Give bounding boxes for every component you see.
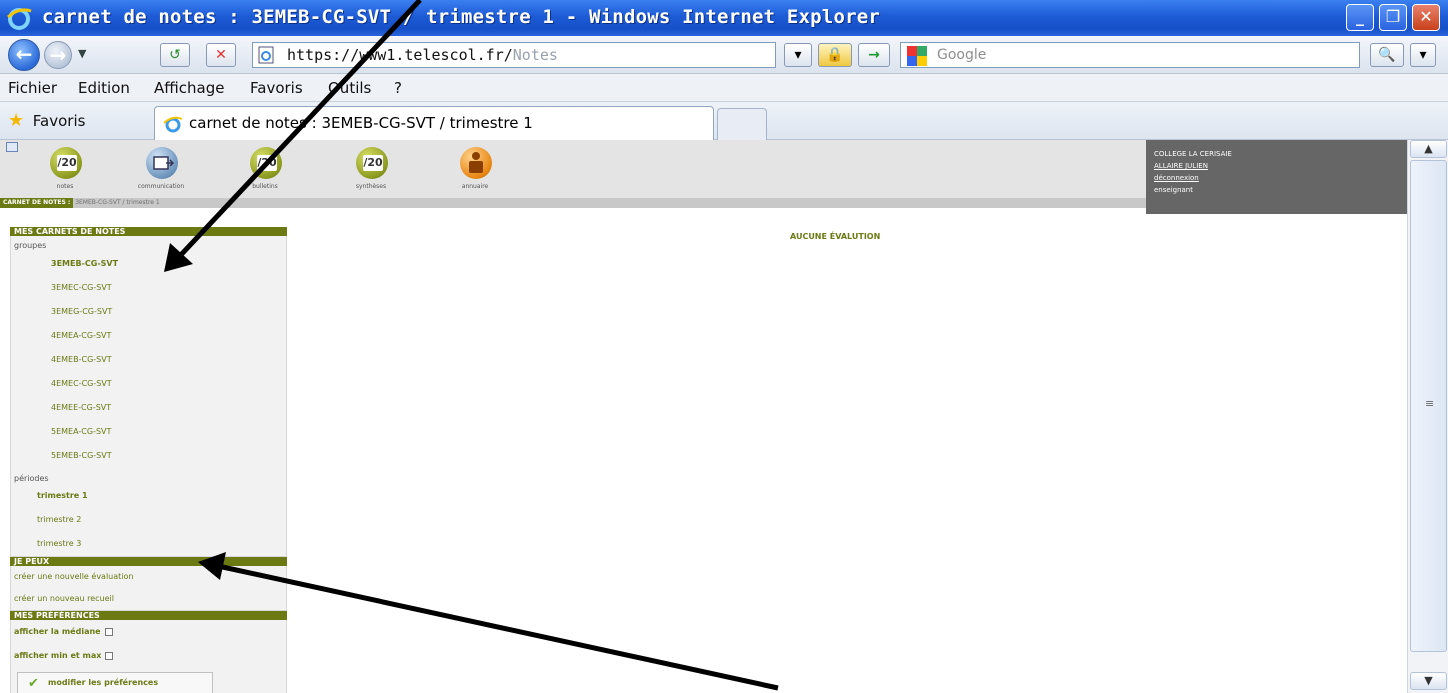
forward-button[interactable]: →	[44, 41, 72, 69]
group-item[interactable]: 4EMEA-CG-SVT	[11, 324, 286, 348]
page-content: /20 notes communication /20 bulletins /2…	[0, 140, 1407, 693]
nav-bulletins[interactable]: /20 bulletins	[230, 147, 300, 197]
ie-tab-icon	[163, 116, 183, 133]
menu-bar: Fichier Edition Affichage Favoris Outils…	[0, 74, 1448, 102]
menu-favoris[interactable]: Favoris	[250, 79, 303, 97]
menu-affichage[interactable]: Affichage	[154, 79, 224, 97]
lock-icon[interactable]: 🔒	[818, 43, 852, 67]
user-link[interactable]: ALLAIRE JULIEN	[1154, 160, 1407, 172]
group-item[interactable]: 3EMEC-CG-SVT	[11, 276, 286, 300]
favorites-button[interactable]: ★ Favoris	[8, 110, 85, 131]
go-button[interactable]: →	[858, 43, 890, 67]
actions-section: créer une nouvelle évaluation créer un n…	[10, 566, 287, 611]
ie-logo-icon	[6, 8, 32, 30]
pref-minmax: afficher min et max	[11, 644, 286, 668]
group-item[interactable]: 3EMEG-CG-SVT	[11, 300, 286, 324]
maximize-button[interactable]: ❐	[1379, 4, 1407, 31]
minmax-checkbox[interactable]	[105, 651, 114, 660]
create-evaluation-link[interactable]: créer une nouvelle évaluation	[11, 566, 286, 588]
refresh-button[interactable]: ↺	[160, 43, 190, 67]
address-toolbar: ← → ▼ ↺ ✕ https://www1.telescol.fr/Notes…	[0, 36, 1448, 74]
carnets-header: MES CARNETS DE NOTES	[10, 227, 287, 236]
carnets-section: groupes 3EMEB-CG-SVT 3EMEC-CG-SVT 3EMEG-…	[10, 236, 287, 557]
no-evaluation-message: AUCUNE ÉVALUTION	[790, 232, 881, 241]
window-title: carnet de notes : 3EMEB-CG-SVT / trimest…	[42, 6, 881, 28]
search-button[interactable]: 🔍	[1370, 43, 1404, 67]
group-item[interactable]: 5EMEB-CG-SVT	[11, 444, 286, 468]
menu-fichier[interactable]: Fichier	[8, 79, 57, 97]
search-options-button[interactable]: ▾	[1410, 43, 1436, 67]
nav-communication[interactable]: communication	[126, 147, 196, 197]
nav-syntheses[interactable]: /20 synthèses	[336, 147, 406, 197]
college-panel: COLLEGE LA CERISAIE ALLAIRE JULIEN décon…	[1146, 140, 1407, 214]
periodes-label: périodes	[14, 474, 49, 483]
back-button[interactable]: ←	[8, 39, 40, 71]
page-icon	[258, 46, 274, 64]
minimize-button[interactable]: _	[1346, 4, 1374, 31]
google-icon	[907, 46, 927, 66]
jepeux-header: JE PEUX	[10, 557, 287, 566]
menu-help[interactable]: ?	[394, 79, 402, 97]
scroll-up-button[interactable]: ▲	[1410, 140, 1447, 158]
grade-icon: /20	[356, 147, 388, 179]
scroll-down-button[interactable]: ▼	[1410, 672, 1447, 690]
person-icon	[460, 147, 492, 179]
group-item[interactable]: 5EMEA-CG-SVT	[11, 420, 286, 444]
nav-notes[interactable]: /20 notes	[30, 147, 100, 197]
new-tab-button[interactable]	[717, 108, 767, 140]
favorites-bar: ★ Favoris carnet de notes : 3EMEB-CG-SVT…	[0, 102, 1448, 140]
nav-annuaire[interactable]: annuaire	[440, 147, 510, 197]
modify-prefs-button[interactable]: ✔ modifier les préférences	[17, 672, 213, 693]
college-name: COLLEGE LA CERISAIE	[1154, 150, 1232, 158]
url-tail: Notes	[512, 46, 558, 64]
group-item[interactable]: 3EMEB-CG-SVT	[11, 252, 286, 276]
search-field[interactable]: Google	[900, 42, 1360, 68]
breadcrumb-section: CARNET DE NOTES :	[0, 198, 74, 208]
period-item[interactable]: trimestre 3	[11, 532, 286, 556]
menu-outils[interactable]: Outils	[328, 79, 371, 97]
user-role: enseignant	[1154, 186, 1193, 194]
address-dropdown-button[interactable]: ▾	[784, 43, 812, 67]
prefs-header: MES PRÉFÉRENCES	[10, 611, 287, 620]
groupes-label: groupes	[14, 241, 47, 250]
prefs-section: afficher la médiane afficher min et max …	[10, 620, 287, 693]
tab-label: carnet de notes : 3EMEB-CG-SVT / trimest…	[189, 114, 533, 132]
frame-icon	[6, 142, 18, 152]
period-item[interactable]: trimestre 1	[11, 484, 286, 508]
vertical-scrollbar[interactable]: ▲ ▼	[1407, 140, 1448, 693]
breadcrumb: CARNET DE NOTES : 3EMEB-CG-SVT / trimest…	[0, 198, 1146, 208]
logout-link[interactable]: déconnexion	[1154, 172, 1407, 184]
group-item[interactable]: 4EMEC-CG-SVT	[11, 372, 286, 396]
scroll-thumb[interactable]	[1410, 160, 1447, 652]
close-button[interactable]: ✕	[1412, 4, 1440, 31]
address-field[interactable]: https://www1.telescol.fr/Notes	[252, 42, 776, 68]
communication-icon	[146, 147, 178, 179]
create-recueil-link[interactable]: créer un nouveau recueil	[11, 588, 286, 610]
median-checkbox[interactable]	[104, 627, 113, 636]
tab-active[interactable]: carnet de notes : 3EMEB-CG-SVT / trimest…	[154, 106, 714, 140]
grade-icon: /20	[50, 147, 82, 179]
grade-icon: /20	[250, 147, 282, 179]
breadcrumb-path: 3EMEB-CG-SVT / trimestre 1	[75, 199, 160, 206]
search-placeholder: Google	[937, 47, 987, 63]
stop-button[interactable]: ✕	[206, 43, 236, 67]
group-item[interactable]: 4EMEB-CG-SVT	[11, 348, 286, 372]
sidebar: MES CARNETS DE NOTES groupes 3EMEB-CG-SV…	[10, 227, 287, 693]
group-item[interactable]: 4EMEE-CG-SVT	[11, 396, 286, 420]
period-item[interactable]: trimestre 2	[11, 508, 286, 532]
window-titlebar: carnet de notes : 3EMEB-CG-SVT / trimest…	[0, 0, 1448, 36]
check-icon: ✔	[28, 676, 39, 691]
url-text: https://www1.telescol.fr/	[287, 46, 513, 64]
history-dropdown-icon[interactable]: ▼	[78, 47, 86, 60]
star-icon: ★	[8, 110, 25, 131]
menu-edition[interactable]: Edition	[78, 79, 130, 97]
pref-median: afficher la médiane	[11, 620, 286, 644]
